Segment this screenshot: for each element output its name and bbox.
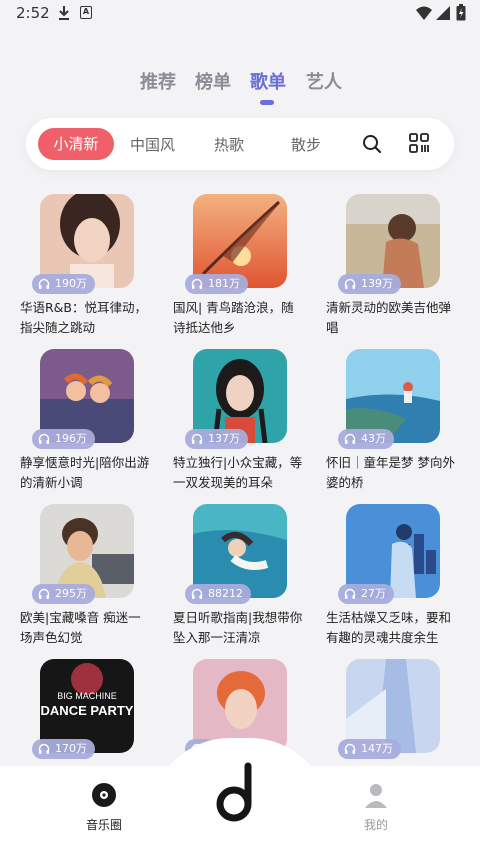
status-bar: 2:52 A: [0, 0, 480, 28]
play-count-badge: 170万: [32, 739, 95, 759]
play-count-badge: 196万: [32, 429, 95, 449]
headphones-icon: [191, 278, 203, 289]
play-count: 170万: [55, 742, 87, 755]
nav-music-circle-label: 音乐圈: [85, 818, 122, 832]
play-count-badge: 147万: [338, 739, 401, 759]
tab-recommend[interactable]: 推荐: [140, 68, 176, 94]
category-grid-icon[interactable]: [409, 133, 429, 153]
category-sanbu[interactable]: 散步: [291, 134, 321, 155]
vinyl-icon: [92, 783, 116, 807]
download-icon: [59, 6, 69, 20]
headphones-icon: [344, 743, 356, 754]
play-count: 196万: [55, 432, 87, 445]
headphones-icon: [38, 433, 50, 444]
top-tab-bar: 推荐 榜单 歌单 艺人: [0, 64, 480, 104]
play-count: 137万: [208, 432, 240, 445]
tab-artists[interactable]: 艺人: [306, 68, 342, 94]
headphones-icon: [38, 278, 50, 289]
play-count-badge: 43万: [338, 429, 394, 449]
play-count: 27万: [361, 587, 386, 600]
search-icon[interactable]: [362, 134, 382, 154]
play-count-badge: 137万: [185, 429, 248, 449]
headphones-icon: [344, 278, 356, 289]
nav-mine-label: 我的: [363, 818, 388, 832]
play-count-badge: 88212: [185, 584, 251, 604]
play-count: 181万: [208, 277, 240, 290]
signal-icon: [436, 6, 450, 20]
nav-mine[interactable]: 我的: [346, 782, 406, 833]
playlist-title[interactable]: 怀旧｜童年是梦 梦向外婆的桥: [326, 453, 456, 493]
wifi-icon: [416, 6, 432, 20]
play-count: 88212: [208, 587, 243, 600]
category-rege[interactable]: 热歌: [214, 134, 244, 155]
play-count-badge: 181万: [185, 274, 248, 294]
headphones-icon: [38, 743, 50, 754]
headphones-icon: [344, 433, 356, 444]
active-tab-indicator: [260, 100, 274, 105]
playlist-title[interactable]: 华语R&B：悦耳律动，指尖随之跳动: [20, 298, 150, 338]
playlist-title[interactable]: 欧美|宝藏嗓音 痴迷一场声色幻觉: [20, 608, 150, 648]
tab-playlists[interactable]: 歌单: [250, 68, 286, 94]
user-icon: [365, 784, 387, 808]
playlist-title[interactable]: 静享惬意时光|陪你出游的清新小调: [20, 453, 150, 493]
headphones-icon: [344, 588, 356, 599]
headphones-icon: [191, 588, 203, 599]
a-notification-icon: A: [80, 6, 92, 19]
play-count-badge: 190万: [32, 274, 95, 294]
status-time: 2:52: [16, 4, 50, 22]
cover-text-top: BIG MACHINE: [57, 691, 117, 701]
headphones-icon: [191, 433, 203, 444]
category-bar: 小清新 中国风 热歌 散步: [26, 118, 454, 170]
headphones-icon: [38, 588, 50, 599]
play-count: 190万: [55, 277, 87, 290]
playlist-title[interactable]: 夏日听歌指南|我想带你坠入那一汪清凉: [173, 608, 303, 648]
playlist-title[interactable]: 清新灵动的欧美吉他弹唱: [326, 298, 456, 338]
category-xiaoqingxin[interactable]: 小清新: [38, 128, 114, 160]
cover-text-main: DANCE PARTY: [41, 703, 134, 718]
play-count: 295万: [55, 587, 87, 600]
playlist-grid: 190万 华语R&B：悦耳律动，指尖随之跳动 181万 国风| 青鸟踏沧浪，随诗…: [0, 190, 480, 765]
tab-charts[interactable]: 榜单: [195, 68, 231, 94]
playlist-title[interactable]: 生活枯燥又乏味，要和有趣的灵魂共度余生: [326, 608, 456, 648]
app-logo-play-button[interactable]: [214, 762, 266, 826]
play-count-badge: 139万: [338, 274, 401, 294]
battery-icon: [456, 4, 466, 21]
playlist-title[interactable]: 特立独行|小众宝藏，等一双发现美的耳朵: [173, 453, 303, 493]
play-count: 139万: [361, 277, 393, 290]
play-count: 147万: [361, 742, 393, 755]
play-count-badge: 27万: [338, 584, 394, 604]
play-count-badge: 295万: [32, 584, 95, 604]
play-count: 43万: [361, 432, 386, 445]
playlist-title[interactable]: 国风| 青鸟踏沧浪，随诗抵达他乡: [173, 298, 303, 338]
nav-music-circle[interactable]: 音乐圈: [74, 782, 134, 833]
category-zhongguofeng[interactable]: 中国风: [130, 134, 175, 155]
